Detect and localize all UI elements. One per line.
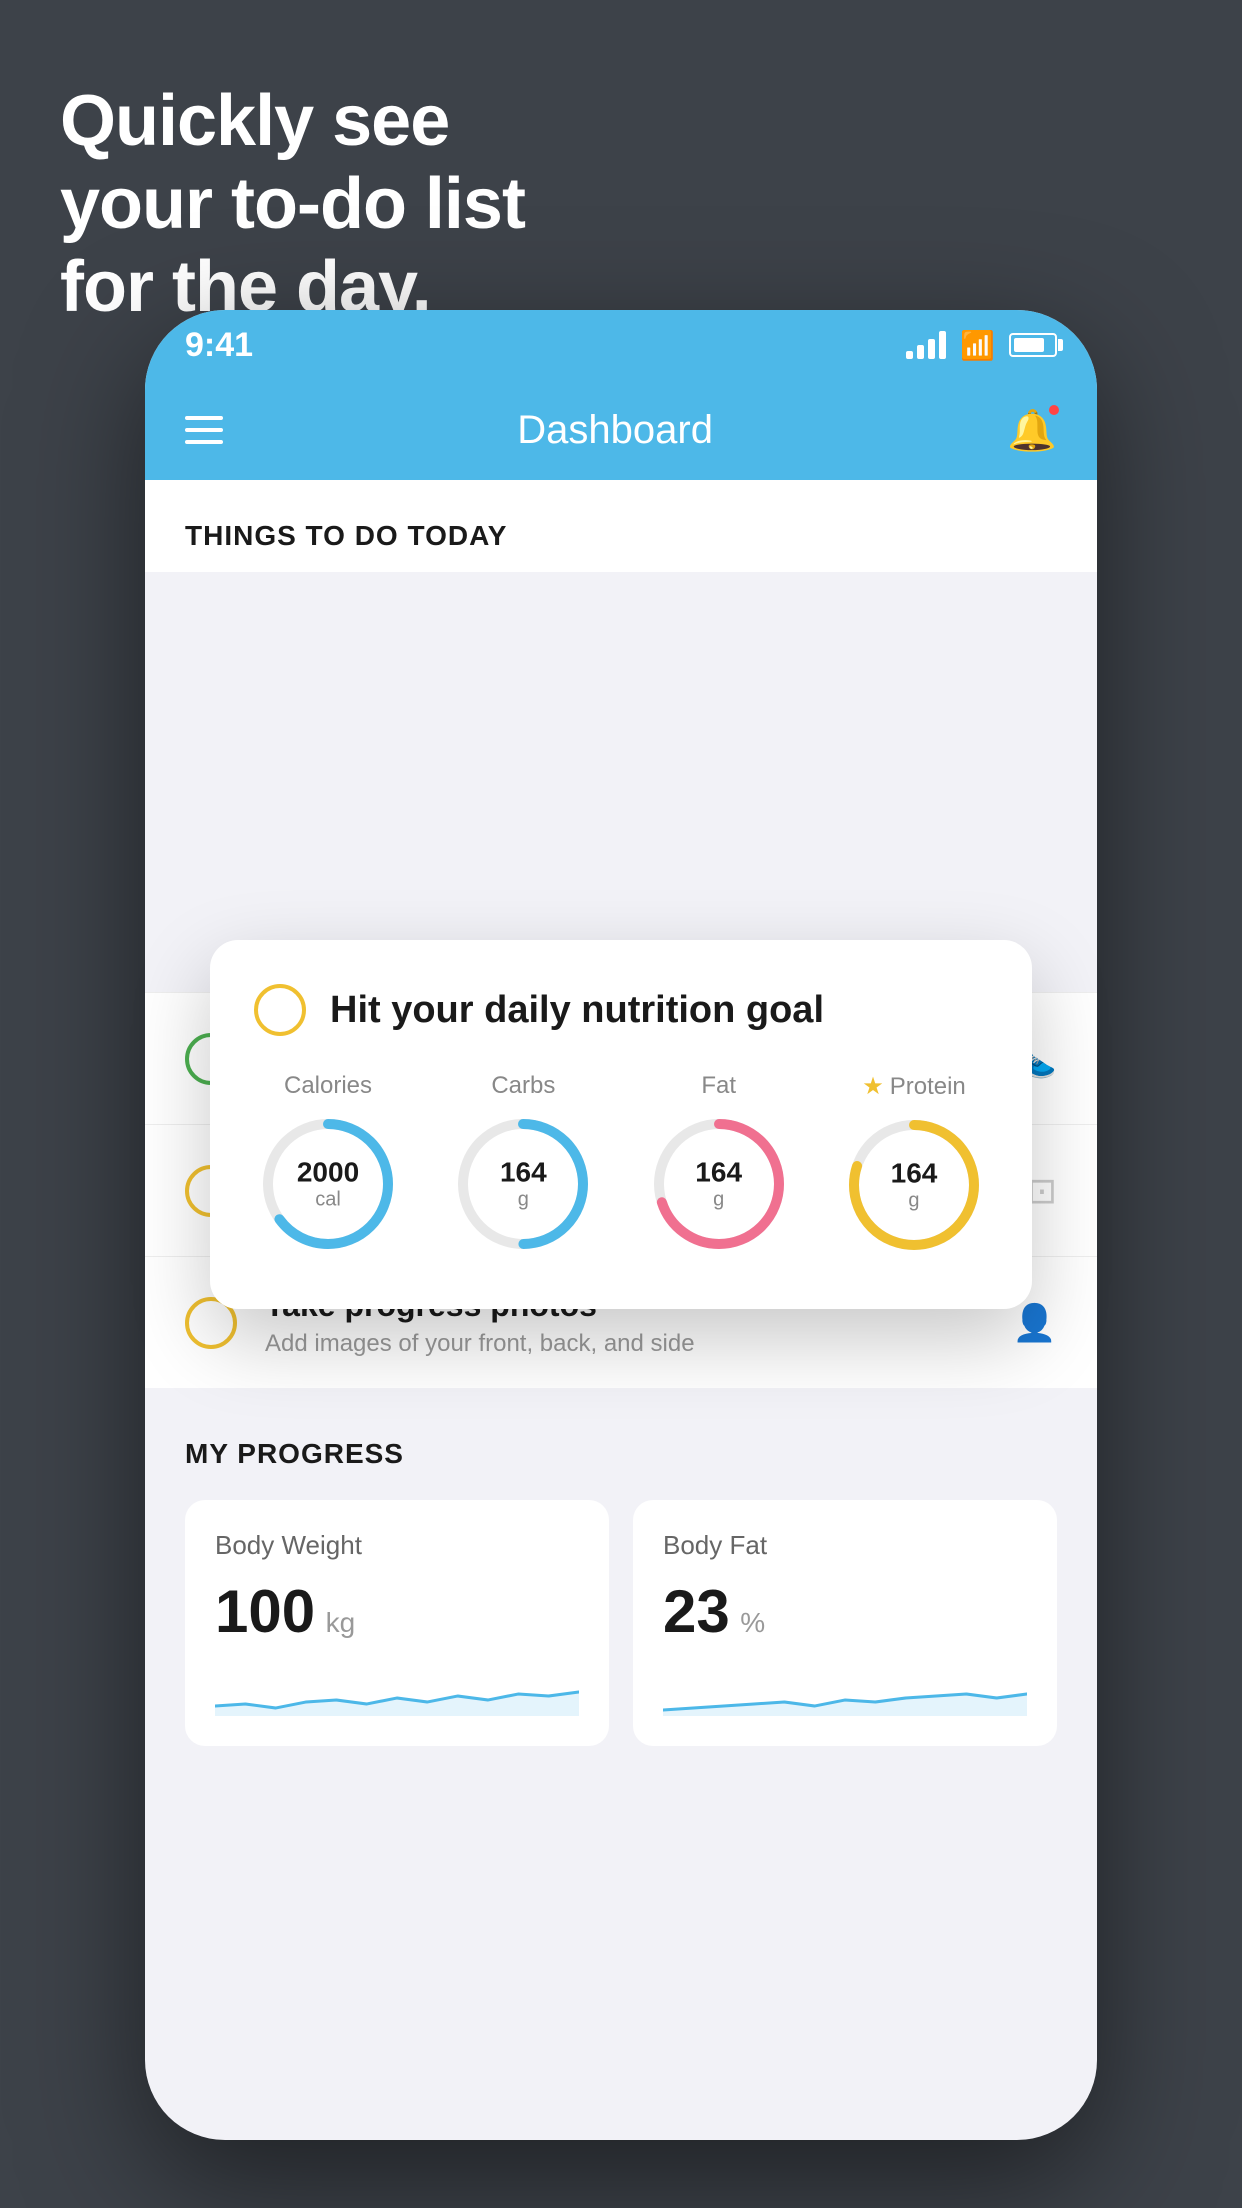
headline: Quickly see your to-do list for the day.	[60, 80, 525, 328]
status-bar: 9:41 📶	[145, 310, 1097, 380]
nutrition-checkbox[interactable]	[254, 984, 306, 1036]
progress-section: MY PROGRESS Body Weight 100 kg Body Fat	[145, 1388, 1097, 1776]
protein-label: ★ Protein	[862, 1072, 966, 1101]
app-title: Dashboard	[517, 408, 713, 453]
macros-row: Calories 2000 cal Carbs	[254, 1072, 988, 1259]
nutrition-card-title: Hit your daily nutrition goal	[330, 989, 824, 1032]
status-icons: 📶	[906, 329, 1057, 362]
progress-card-bodyfat[interactable]: Body Fat 23 %	[633, 1500, 1057, 1746]
fat-ring: 164 g	[645, 1110, 793, 1258]
macro-fat: Fat 164 g	[645, 1072, 793, 1258]
star-icon: ★	[862, 1072, 884, 1101]
body-fat-chart	[663, 1666, 1027, 1716]
status-time: 9:41	[185, 326, 253, 365]
calories-ring: 2000 cal	[254, 1110, 402, 1258]
person-icon: 👤	[1012, 1302, 1057, 1344]
macro-calories: Calories 2000 cal	[254, 1072, 402, 1258]
body-fat-label: Body Fat	[663, 1530, 1027, 1561]
notification-bell-button[interactable]: 🔔	[1007, 407, 1057, 454]
body-weight-chart	[215, 1666, 579, 1716]
app-header: Dashboard 🔔	[145, 380, 1097, 480]
signal-icon	[906, 331, 946, 359]
protein-ring: 164 g	[840, 1111, 988, 1259]
body-weight-unit: kg	[326, 1607, 356, 1638]
macro-carbs: Carbs 164 g	[449, 1072, 597, 1258]
progress-cards: Body Weight 100 kg Body Fat 23 %	[185, 1500, 1057, 1746]
wifi-icon: 📶	[960, 329, 995, 362]
notification-dot	[1047, 403, 1061, 417]
carbs-ring: 164 g	[449, 1110, 597, 1258]
macro-protein: ★ Protein 164 g	[840, 1072, 988, 1259]
hamburger-menu-button[interactable]	[185, 416, 223, 444]
body-weight-label: Body Weight	[215, 1530, 579, 1561]
progress-section-title: MY PROGRESS	[185, 1438, 1057, 1470]
body-fat-value: 23	[663, 1578, 730, 1645]
body-weight-value: 100	[215, 1578, 315, 1645]
battery-icon	[1009, 333, 1057, 357]
todo-subtitle-progress-photos: Add images of your front, back, and side	[265, 1330, 984, 1358]
carbs-label: Carbs	[491, 1072, 555, 1100]
calories-label: Calories	[284, 1072, 372, 1100]
things-section-title: THINGS TO DO TODAY	[185, 520, 1057, 552]
things-section-header: THINGS TO DO TODAY	[145, 480, 1097, 572]
progress-card-weight[interactable]: Body Weight 100 kg	[185, 1500, 609, 1746]
nutrition-card[interactable]: Hit your daily nutrition goal Calories 2…	[210, 940, 1032, 1309]
body-fat-unit: %	[740, 1607, 765, 1638]
card-spacer	[145, 572, 1097, 992]
fat-label: Fat	[701, 1072, 736, 1100]
